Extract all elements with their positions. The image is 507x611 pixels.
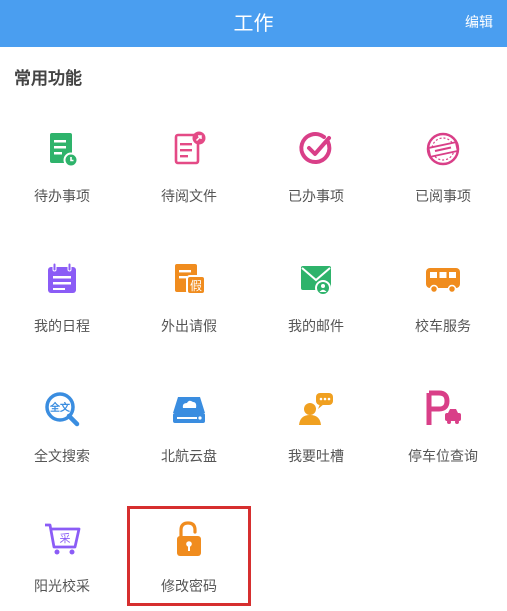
leave-doc-icon: 假 [166,256,212,302]
app-header: 工作 编辑 [0,0,507,47]
read-stamp-icon [420,126,466,172]
tile-parking[interactable]: 停车位查询 [381,378,505,488]
tile-leave[interactable]: 假 外出请假 [127,248,251,358]
tile-label: 已阅事项 [415,189,471,205]
cloud-drive-icon [166,386,212,432]
tile-search[interactable]: 全文 全文搜索 [0,378,124,488]
search-icon: 全文 [39,386,85,432]
mail-icon [293,256,339,302]
tile-label: 已办事项 [288,189,344,205]
tile-done[interactable]: 已办事项 [254,118,378,228]
edit-button[interactable]: 编辑 [465,0,493,47]
svg-text:假: 假 [190,279,202,293]
calendar-icon [39,256,85,302]
comment-icon [293,386,339,432]
tile-label: 停车位查询 [408,449,478,465]
tile-label: 阳光校采 [34,579,90,595]
todo-doc-icon [39,126,85,172]
tile-procurement[interactable]: 采 阳光校采 [0,508,124,611]
tile-feedback[interactable]: 我要吐槽 [254,378,378,488]
highlight-box [127,506,251,606]
bus-icon [420,256,466,302]
tile-schedule[interactable]: 我的日程 [0,248,124,358]
tile-label: 北航云盘 [161,449,217,465]
tile-todo[interactable]: 待办事项 [0,118,124,228]
tile-cloud[interactable]: 北航云盘 [127,378,251,488]
svg-text:全文: 全文 [49,401,71,414]
check-circle-icon [293,126,339,172]
tile-bus[interactable]: 校车服务 [381,248,505,358]
tile-label: 全文搜索 [34,449,90,465]
tile-label: 待阅文件 [161,189,217,205]
cart-icon: 采 [39,516,85,562]
tile-read[interactable]: 已阅事项 [381,118,505,228]
parking-icon [420,386,466,432]
tile-label: 我要吐槽 [288,449,344,465]
tile-mail[interactable]: 我的邮件 [254,248,378,358]
section-title: 常用功能 [14,69,82,89]
tile-label: 外出请假 [161,319,217,335]
read-doc-icon [166,126,212,172]
svg-text:采: 采 [60,532,71,545]
tile-label: 我的邮件 [288,319,344,335]
tile-label: 待办事项 [34,189,90,205]
tile-label: 我的日程 [34,319,90,335]
tile-label: 校车服务 [415,319,471,335]
page-title: 工作 [233,11,274,35]
tile-pending-read[interactable]: 待阅文件 [127,118,251,228]
